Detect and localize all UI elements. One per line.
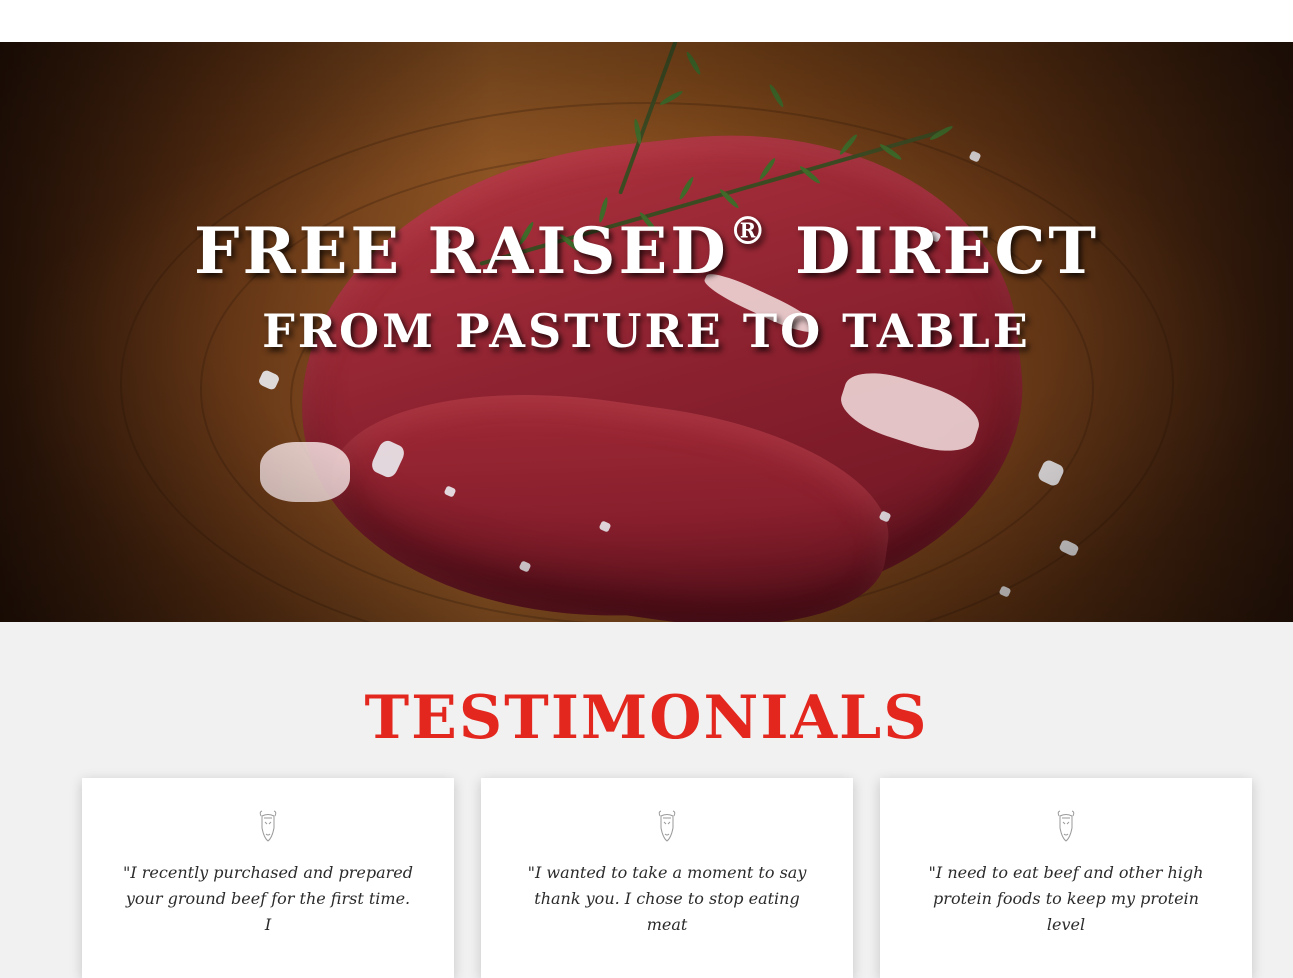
testimonial-card-1: "I recently purchased and prepared your … bbox=[82, 778, 454, 978]
registered-trademark-symbol: ® bbox=[728, 208, 770, 253]
hero-title-text: FREE RAISED bbox=[194, 214, 729, 289]
testimonial-quote: "I need to eat beef and other high prote… bbox=[928, 863, 1204, 934]
bull-head-icon bbox=[1057, 810, 1075, 842]
testimonial-card-3: "I need to eat beef and other high prote… bbox=[880, 778, 1252, 978]
top-navigation-bar bbox=[0, 0, 1293, 42]
testimonial-quote: "I recently purchased and prepared your … bbox=[123, 863, 413, 934]
testimonial-card-2: "I wanted to take a moment to say thank … bbox=[481, 778, 853, 978]
bull-head-icon bbox=[259, 810, 277, 842]
testimonials-heading: TESTIMONIALS bbox=[364, 683, 929, 753]
hero-title-end: DIRECT bbox=[769, 214, 1099, 289]
hero-title: FREE RAISED® DIRECT bbox=[0, 212, 1293, 284]
bull-head-icon bbox=[658, 810, 676, 842]
hero-subtitle: FROM PASTURE TO TABLE bbox=[262, 304, 1031, 358]
testimonial-quote: "I wanted to take a moment to say thank … bbox=[527, 863, 807, 934]
